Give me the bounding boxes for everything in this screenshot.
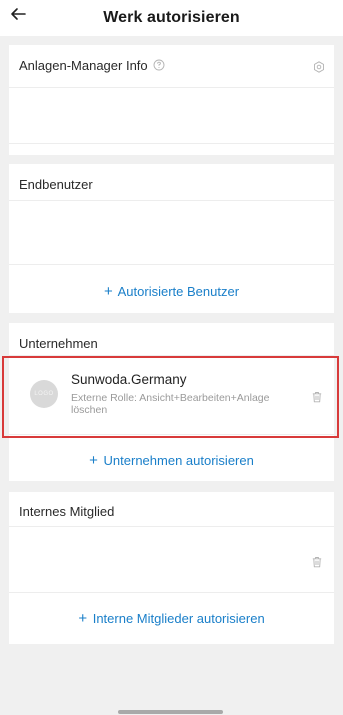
end-users-label: Endbenutzer	[19, 177, 93, 192]
add-authorized-users-label: Autorisierte Benutzer	[117, 284, 240, 299]
add-authorized-users-link[interactable]: + Autorisierte Benutzer	[9, 283, 334, 300]
gear-icon[interactable]	[313, 61, 325, 73]
add-internal-members-label: Interne Mitglieder autorisieren	[92, 611, 265, 626]
company-logo: LOGO	[30, 380, 58, 408]
companies-label: Unternehmen	[19, 336, 98, 351]
question-circle-icon[interactable]	[153, 59, 165, 71]
add-internal-members-link[interactable]: + Interne Mitglieder autorisieren	[9, 610, 334, 627]
internal-members-label: Internes Mitglied	[19, 504, 115, 519]
manager-info-label: Anlagen-Manager Info	[19, 58, 148, 73]
add-company-label: Unternehmen autorisieren	[103, 453, 254, 468]
home-indicator	[118, 710, 223, 714]
add-company-link[interactable]: + Unternehmen autorisieren	[9, 452, 334, 469]
plus-icon: +	[89, 452, 98, 469]
top-bar: Werk autorisieren	[0, 0, 343, 36]
manager-info-card: Anlagen-Manager Info	[9, 45, 334, 155]
divider	[9, 264, 334, 265]
end-users-card: Endbenutzer + Autorisierte Benutzer	[9, 164, 334, 313]
divider	[9, 143, 334, 144]
divider	[9, 87, 334, 88]
divider	[9, 200, 334, 201]
company-role: Externe Rolle: Ansicht+Bearbeiten+Anlage…	[71, 392, 270, 416]
trash-icon[interactable]	[311, 391, 323, 403]
divider	[9, 526, 334, 527]
plus-icon: +	[78, 610, 88, 627]
company-name: Sunwoda.Germany	[71, 372, 187, 387]
page-title: Werk autorisieren	[103, 9, 240, 26]
divider	[9, 592, 334, 593]
internal-members-card: Internes Mitglied + Interne Mitglieder a…	[9, 492, 334, 644]
plus-icon: +	[103, 283, 113, 300]
trash-icon[interactable]	[311, 556, 323, 568]
